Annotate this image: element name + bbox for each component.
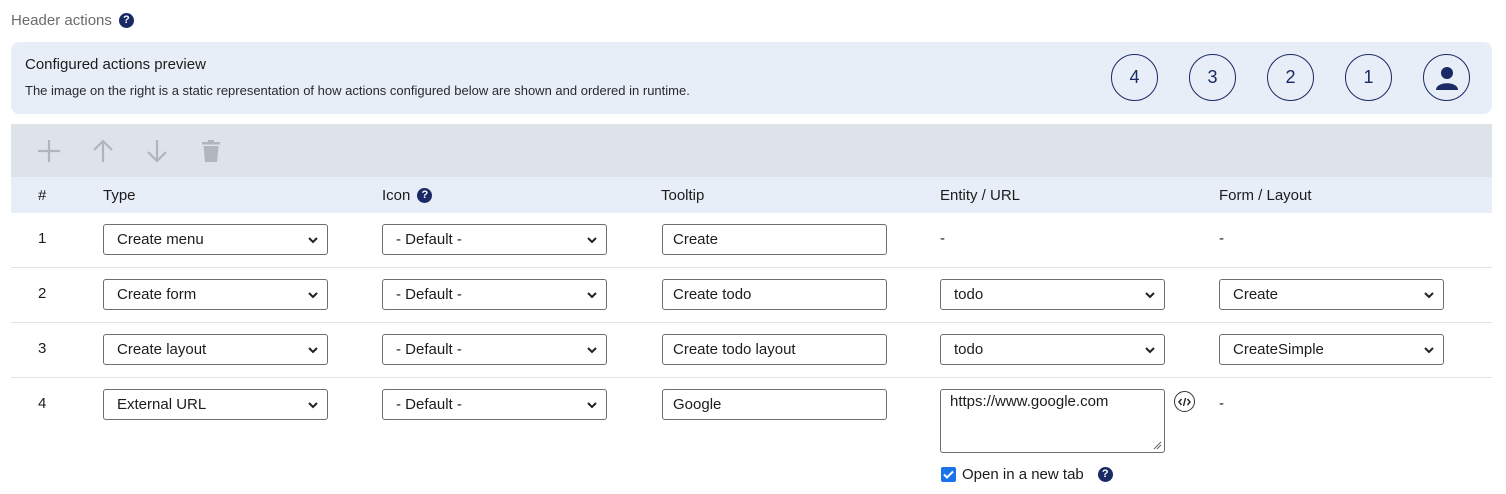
form-placeholder: - [1219, 230, 1224, 247]
icon-select[interactable]: - Default - [382, 224, 607, 255]
open-new-tab-label[interactable]: Open in a new tab [962, 466, 1084, 483]
plus-icon[interactable] [37, 139, 61, 163]
actions-preview-panel: Configured actions preview The image on … [11, 42, 1492, 114]
row-number: 2 [38, 285, 47, 302]
header-icon-label: Icon [382, 187, 411, 204]
chevron-down-icon [308, 402, 318, 409]
trash-icon[interactable] [199, 139, 223, 163]
code-editor-icon[interactable] [1174, 391, 1195, 412]
open-new-tab-checkbox[interactable] [941, 467, 956, 482]
url-value: https://www.google.com [950, 393, 1109, 410]
form-select-value: Create [1233, 286, 1279, 303]
form-select[interactable]: Create [1219, 279, 1444, 310]
table-row: 4 External URL - Default - Google https:… [11, 378, 1492, 494]
preview-title: Configured actions preview [25, 56, 206, 73]
tooltip-input[interactable]: Create [662, 224, 887, 255]
header-tooltip: Tooltip [661, 187, 705, 204]
preview-action-circle: 2 [1267, 54, 1314, 101]
preview-action-circle: 1 [1345, 54, 1392, 101]
entity-select-value: todo [954, 341, 984, 358]
preview-action-circle: 4 [1111, 54, 1158, 101]
entity-select[interactable]: todo [940, 334, 1165, 365]
arrow-down-icon[interactable] [145, 139, 169, 163]
type-select[interactable]: Create layout [103, 334, 328, 365]
open-new-tab-option: Open in a new tab ? [941, 466, 1113, 483]
form-select-value: CreateSimple [1233, 341, 1324, 358]
preview-action-circles: 4 3 2 1 [1111, 54, 1470, 101]
table-row: 2 Create form - Default - Create todo to… [11, 268, 1492, 323]
type-select[interactable]: Create form [103, 279, 328, 310]
form-select[interactable]: CreateSimple [1219, 334, 1444, 365]
icon-select[interactable]: - Default - [382, 389, 607, 420]
row-number: 3 [38, 340, 47, 357]
chevron-down-icon [1145, 347, 1155, 354]
icon-select[interactable]: - Default - [382, 279, 607, 310]
help-icon[interactable]: ? [1097, 467, 1113, 482]
tooltip-input[interactable]: Create todo layout [662, 334, 887, 365]
arrow-up-icon[interactable] [91, 138, 115, 163]
icon-select-value: - Default - [396, 396, 462, 413]
header-icon: Icon ? [382, 187, 433, 204]
type-select[interactable]: External URL [103, 389, 328, 420]
chevron-down-icon [1424, 347, 1434, 354]
row-number: 4 [38, 395, 47, 412]
preview-description: The image on the right is a static repre… [25, 83, 690, 98]
chevron-down-icon [587, 292, 597, 299]
table-row: 1 Create menu - Default - Create - - [11, 213, 1492, 268]
chevron-down-icon [308, 347, 318, 354]
chevron-down-icon [587, 402, 597, 409]
help-icon[interactable]: ? [417, 188, 433, 203]
type-select[interactable]: Create menu [103, 224, 328, 255]
row-number: 1 [38, 230, 47, 247]
tooltip-input[interactable]: Create todo [662, 279, 887, 310]
entity-placeholder: - [940, 230, 945, 247]
chevron-down-icon [1424, 292, 1434, 299]
header-type: Type [103, 187, 136, 204]
resize-handle-icon[interactable] [1153, 441, 1162, 450]
entity-select-value: todo [954, 286, 984, 303]
chevron-down-icon [587, 237, 597, 244]
chevron-down-icon [308, 292, 318, 299]
header-number: # [38, 187, 47, 204]
chevron-down-icon [308, 237, 318, 244]
table-header: # Type Icon ? Tooltip Entity / URL Form … [11, 177, 1492, 213]
type-select-value: External URL [117, 396, 207, 413]
form-placeholder: - [1219, 395, 1224, 412]
table-row: 3 Create layout - Default - Create todo … [11, 323, 1492, 378]
help-icon[interactable]: ? [118, 13, 134, 28]
icon-select-value: - Default - [396, 341, 462, 358]
icon-select-value: - Default - [396, 286, 462, 303]
icon-select[interactable]: - Default - [382, 334, 607, 365]
url-textarea[interactable]: https://www.google.com [940, 389, 1165, 453]
type-select-value: Create layout [117, 341, 207, 358]
type-select-value: Create form [117, 286, 197, 303]
icon-select-value: - Default - [396, 231, 462, 248]
chevron-down-icon [587, 347, 597, 354]
header-entity-url: Entity / URL [940, 187, 1021, 204]
user-icon [1423, 54, 1470, 101]
preview-action-circle: 3 [1189, 54, 1236, 101]
section-header: Header actions ? [11, 12, 134, 29]
tooltip-input[interactable]: Google [662, 389, 887, 420]
chevron-down-icon [1145, 292, 1155, 299]
actions-toolbar [11, 124, 1492, 177]
header-form-layout: Form / Layout [1219, 187, 1312, 204]
section-title: Header actions [11, 12, 112, 29]
type-select-value: Create menu [117, 231, 204, 248]
entity-select[interactable]: todo [940, 279, 1165, 310]
